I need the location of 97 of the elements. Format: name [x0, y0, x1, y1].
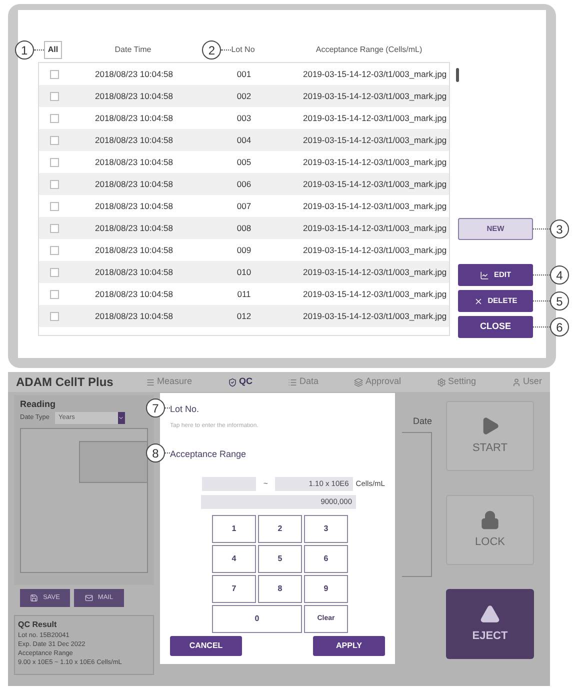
row-checkbox[interactable] — [50, 180, 58, 188]
field-label: Acceptance Range — [170, 449, 246, 459]
table-cell: 2019-03-15-14-12-03/t1/003_mark.jpg — [303, 156, 447, 168]
callout-number: 3 — [550, 220, 569, 238]
nav-icon — [288, 378, 298, 386]
eject-icon — [480, 604, 500, 624]
table-cell: 2019-03-15-14-12-03/t1/003_mark.jpg — [303, 134, 447, 146]
table-cell: 2018/08/23 10:04:58 — [95, 310, 173, 322]
keypad-key[interactable]: 0 — [212, 605, 302, 633]
keypad-key[interactable]: 6 — [304, 545, 348, 573]
callout-number: 1 — [14, 40, 34, 60]
table-cell: 2018/08/23 10:04:58 — [95, 112, 173, 124]
table-cell: 2018/08/23 10:04:58 — [95, 266, 173, 278]
storage-icon — [30, 594, 38, 602]
row-checkbox[interactable] — [50, 268, 58, 276]
close-button[interactable]: CLOSE — [458, 316, 533, 338]
eject-button[interactable]: EJECT — [446, 589, 534, 659]
field-label: Lot No. — [170, 404, 200, 414]
table-cell: 2019-03-15-14-12-03/t1/003_mark.jpg — [303, 68, 447, 80]
cancel-button[interactable]: CANCEL — [170, 636, 242, 656]
table-cell: 2018/08/23 10:04:58 — [95, 156, 173, 168]
table-cell: 002 — [236, 90, 252, 102]
table-cell: 2018/08/23 10:04:58 — [95, 178, 173, 190]
table-cell: 2019-03-15-14-12-03/t1/003_mark.jpg — [303, 244, 447, 256]
table-cell: 001 — [236, 68, 252, 80]
keypad-key[interactable]: 1 — [212, 515, 256, 543]
table-cell: 009 — [236, 244, 252, 256]
table-cell: 2018/08/23 10:04:58 — [95, 244, 173, 256]
keypad-key[interactable]: 3 — [304, 515, 348, 543]
table-cell: 2018/08/23 10:04:58 — [95, 134, 173, 146]
keypad-key[interactable]: 5 — [258, 545, 302, 573]
nav-icon — [512, 378, 521, 386]
table-cell: 2019-03-15-14-12-03/t1/003_mark.jpg — [303, 90, 447, 102]
chart-icon — [480, 270, 489, 280]
nav-icon — [354, 378, 364, 386]
row-checkbox[interactable] — [50, 246, 58, 254]
callout-number: 4 — [550, 266, 569, 284]
keypad-key[interactable]: 7 — [212, 575, 256, 603]
nav-tab[interactable]: QC — [228, 375, 252, 389]
column-header: Lot No — [231, 45, 255, 54]
caret-icon — [118, 414, 124, 420]
nav-icon — [436, 378, 446, 386]
mail-icon — [84, 594, 93, 602]
table-cell: 010 — [236, 266, 252, 278]
table-cell: 2019-03-15-14-12-03/t1/003_mark.jpg — [303, 288, 447, 300]
callout-number: 6 — [550, 318, 569, 336]
select-all-button[interactable]: All — [44, 41, 62, 59]
table-cell: 2018/08/23 10:04:58 — [95, 200, 173, 212]
table-cell: 2019-03-15-14-12-03/t1/003_mark.jpg — [303, 200, 447, 212]
min-value-field[interactable] — [202, 477, 256, 491]
table-cell: 012 — [236, 310, 252, 322]
row-checkbox[interactable] — [50, 70, 58, 78]
table-cell: 011 — [237, 288, 251, 300]
table-cell: 2019-03-15-14-12-03/t1/003_mark.jpg — [303, 310, 447, 322]
row-checkbox[interactable] — [50, 312, 58, 320]
panel-title: Date — [412, 415, 432, 428]
table-cell: 008 — [236, 222, 252, 234]
nav-icon — [228, 378, 237, 386]
table-cell: 2019-03-15-14-12-03/t1/003_mark.jpg — [303, 266, 447, 278]
table-cell: 2018/08/23 10:04:58 — [95, 288, 173, 300]
callout-number: 2 — [202, 40, 222, 60]
row-checkbox[interactable] — [50, 92, 58, 100]
table-cell: 2019-03-15-14-12-03/t1/003_mark.jpg — [303, 222, 447, 234]
table-cell: 2018/08/23 10:04:58 — [95, 90, 173, 102]
table-cell: 006 — [236, 178, 252, 190]
nav-icon — [146, 378, 155, 386]
table-cell: 2019-03-15-14-12-03/t1/003_mark.jpg — [303, 178, 447, 190]
lock-icon — [480, 510, 500, 530]
keypad-key[interactable]: 8 — [258, 575, 302, 603]
panel-title: QC Result — [18, 619, 57, 631]
row-checkbox[interactable] — [50, 202, 58, 210]
table-cell: 003 — [236, 112, 252, 124]
table-cell: 2018/08/23 10:04:58 — [95, 68, 173, 80]
table-cell: 005 — [236, 156, 252, 168]
table-cell: 2019-03-15-14-12-03/t1/003_mark.jpg — [303, 112, 447, 124]
row-checkbox[interactable] — [50, 114, 58, 122]
table-cell: 007 — [236, 200, 252, 212]
apply-button[interactable]: APPLY — [313, 636, 385, 656]
keypad-key[interactable]: 2 — [258, 515, 302, 543]
range-separator: ~ — [262, 478, 269, 490]
row-checkbox[interactable] — [50, 224, 58, 232]
column-header: Acceptance Range (Cells/mL) — [316, 45, 422, 54]
table-cell: 2018/08/23 10:04:58 — [95, 222, 173, 234]
callout-number: 8 — [146, 444, 165, 462]
row-checkbox[interactable] — [50, 136, 58, 144]
keypad-key[interactable]: 9 — [304, 575, 348, 603]
column-header: Date Time — [114, 45, 152, 54]
callout-number: 7 — [146, 398, 165, 418]
close-icon — [474, 296, 483, 306]
scrollbar-thumb[interactable] — [456, 68, 459, 82]
callout-number: 5 — [550, 292, 569, 310]
panel-title: Reading — [20, 398, 57, 411]
row-checkbox[interactable] — [50, 158, 58, 166]
keypad-key[interactable]: 4 — [212, 545, 256, 573]
app-title: ADAM CellT Plus — [16, 374, 114, 391]
table-cell: 004 — [236, 134, 252, 146]
row-checkbox[interactable] — [50, 290, 58, 298]
